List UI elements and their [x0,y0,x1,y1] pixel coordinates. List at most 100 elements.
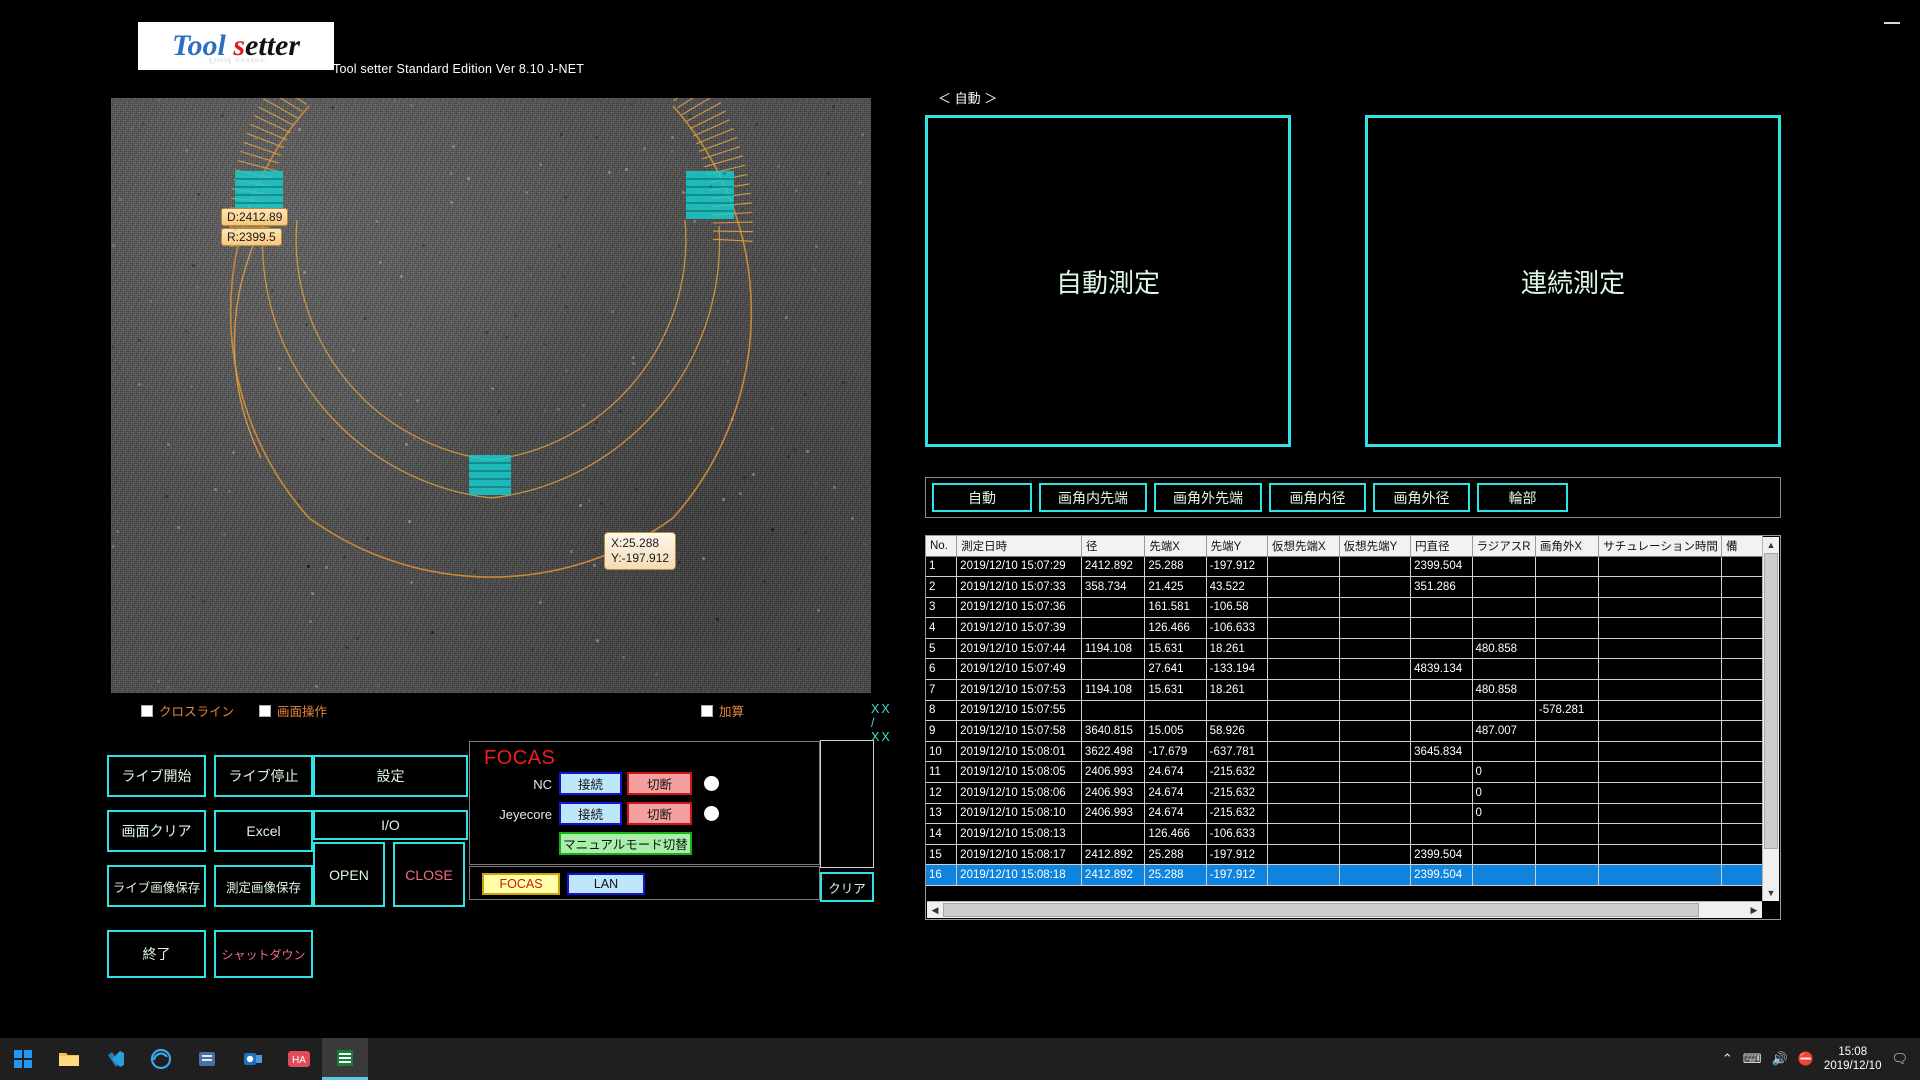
table-row[interactable]: 12 2019/12/10 15:08:06 2406.993 24.674 -215.… [926,782,1764,804]
screen-operation-checkbox[interactable]: 画面操作 [259,701,327,720]
scroll-up-icon[interactable]: ▲ [1763,537,1779,553]
jeyecore-connect-button[interactable]: 接続 [559,802,622,825]
file-explorer-icon[interactable] [46,1038,92,1080]
column-header-vtipy[interactable]: 仮想先端Y [1339,536,1412,557]
table-row[interactable]: 6 2019/12/10 15:07:49 27.641 -133.194 4839.1… [926,658,1764,681]
shutdown-button[interactable]: シャットダウン [214,930,313,978]
cell-radiusr [1472,844,1536,866]
measurement-overlay [228,98,754,578]
action-center-icon[interactable]: 🗨 [1891,1051,1908,1067]
auto-measure-button[interactable]: 自動測定 [925,115,1291,447]
live-stop-button[interactable]: ライブ停止 [214,755,313,797]
table-row[interactable]: 14 2019/12/10 15:08:13 126.466 -106.633 [926,823,1764,845]
column-header-tipx[interactable]: 先端X [1144,536,1207,557]
table-row[interactable]: 13 2019/12/10 15:08:10 2406.993 24.674 -215.… [926,803,1764,825]
focas-protocol-button[interactable]: FOCAS [482,873,560,895]
column-header-no[interactable]: No. [926,536,958,557]
save-measurement-image-button[interactable]: 測定画像保存 [214,865,313,907]
tab-2[interactable]: 画角外先端 [1154,483,1262,512]
toolsetter-icon[interactable] [322,1038,368,1080]
tab-0[interactable]: 自動 [932,483,1032,512]
cell-sattime [1598,741,1722,763]
chevron-up-icon[interactable]: ⌃ [1722,1051,1733,1067]
lan-protocol-button[interactable]: LAN [567,873,645,895]
vertical-scrollbar[interactable]: ▲ ▼ [1762,537,1779,901]
table-row[interactable]: 3 2019/12/10 15:07:36 161.581 -106.58 [926,597,1764,619]
table-row[interactable]: 15 2019/12/10 15:08:17 2412.892 25.288 -197.… [926,844,1764,866]
column-header-diameter[interactable]: 径 [1081,536,1146,557]
cell-sattime [1598,803,1722,825]
tab-4[interactable]: 画角外径 [1373,483,1470,512]
cell-sattime [1598,556,1722,578]
column-header-circdia[interactable]: 円直径 [1410,536,1473,557]
table-row[interactable]: 10 2019/12/10 15:08:01 3622.498 -17.679 -637… [926,741,1764,763]
nc-disconnect-button[interactable]: 切断 [627,772,692,795]
keyboard-icon[interactable]: ⌨ [1743,1051,1762,1067]
open-button[interactable]: OPEN [313,842,385,907]
table-row[interactable]: 9 2019/12/10 15:07:58 3640.815 15.005 58.926… [926,720,1764,742]
exit-button[interactable]: 終了 [107,930,206,978]
column-header-vtipx[interactable]: 仮想先端X [1267,536,1340,557]
edge-icon[interactable] [138,1038,184,1080]
screen-clear-button[interactable]: 画面クリア [107,810,206,852]
start-button[interactable] [0,1038,46,1080]
table-row[interactable]: 5 2019/12/10 15:07:44 1194.108 15.631 18.261… [926,638,1764,660]
table-row[interactable]: 16 2019/12/10 15:08:18 2412.892 25.288 -197.… [926,864,1764,886]
horizontal-scrollbar[interactable]: ◀ ▶ [927,901,1762,918]
cell-tipx: 161.581 [1144,597,1207,619]
cell-radiusr: 0 [1472,803,1536,825]
vscode-icon[interactable] [92,1038,138,1080]
live-start-button[interactable]: ライブ開始 [107,755,206,797]
horizontal-scroll-thumb[interactable] [943,903,1699,917]
table-row[interactable]: 8 2019/12/10 15:07:55 -578.281 [926,700,1764,722]
manual-mode-toggle-button[interactable]: マニュアルモード切替 [559,832,692,855]
cell-tipy: -106.58 [1206,597,1269,619]
table-row[interactable]: 7 2019/12/10 15:07:53 1194.108 15.631 18.261… [926,679,1764,701]
close-button[interactable]: CLOSE [393,842,465,907]
continuous-measure-button[interactable]: 連続測定 [1365,115,1781,447]
jeyecore-disconnect-button[interactable]: 切断 [627,802,692,825]
tab-3[interactable]: 画角内径 [1269,483,1366,512]
vertical-scroll-thumb[interactable] [1764,553,1778,849]
minimize-button[interactable] [1874,6,1910,32]
cell-vtipx [1267,576,1340,598]
outlook-icon[interactable] [230,1038,276,1080]
settings-icon[interactable] [184,1038,230,1080]
cell-tipy: 18.261 [1206,638,1269,660]
cell-outx [1535,761,1600,784]
table-row[interactable]: 2 2019/12/10 15:07:33 358.734 21.425 43.522 3… [926,576,1764,598]
scroll-right-icon[interactable]: ▶ [1746,902,1762,918]
scroll-left-icon[interactable]: ◀ [927,902,943,918]
measurement-results-table[interactable]: No. 測定日時径先端X 先端Y 仮想先端X 仮想先端Y 円直径 ラジアスR 画角外X サチュレ… [925,535,1781,920]
table-row[interactable]: 1 2019/12/10 15:07:29 2412.892 25.288 -197.9… [926,556,1764,578]
table-row[interactable]: 11 2019/12/10 15:08:05 2406.993 24.674 -215.… [926,761,1764,784]
io-button[interactable]: I/O [313,810,468,840]
clear-button[interactable]: クリア [820,872,874,902]
network-error-icon[interactable]: ⛔ [1798,1051,1814,1067]
column-header-tipy[interactable]: 先端Y [1206,536,1269,557]
tab-1[interactable]: 画角内先端 [1039,483,1147,512]
tab-5[interactable]: 輪部 [1477,483,1568,512]
cell-no: 4 [926,617,958,639]
add-checkbox[interactable]: 加算 [701,701,744,720]
live-image-view[interactable]: D:2412.89 R:2399.5 X:25.288 Y:-197.912 [111,98,871,693]
cell-diameter: 2406.993 [1081,803,1146,825]
tip-x-value: X:25.288 [611,536,660,550]
save-live-image-button[interactable]: ライブ画像保存 [107,865,206,907]
crossline-checkbox[interactable]: クロスライン [141,701,234,720]
cell-radiusr [1472,617,1536,639]
scroll-down-icon[interactable]: ▼ [1763,885,1779,901]
column-header-radiusr[interactable]: ラジアスR [1472,536,1536,557]
volume-icon[interactable]: 🔊 [1772,1051,1788,1067]
settings-button[interactable]: 設定 [313,755,468,797]
nc-connect-button[interactable]: 接続 [559,772,622,795]
table-row[interactable]: 4 2019/12/10 15:07:39 126.466 -106.633 [926,617,1764,639]
column-header-datetime[interactable]: 測定日時 [956,536,1082,557]
cell-tipx: 21.425 [1144,576,1207,598]
column-header-outx[interactable]: 画角外X [1535,536,1600,557]
column-header-note[interactable]: 備 [1721,536,1764,557]
ha-icon[interactable]: HA [276,1038,322,1080]
column-header-sattime[interactable]: サチュレーション時間 [1598,536,1722,557]
excel-button[interactable]: Excel [214,810,313,852]
clock[interactable]: 15:08 2019/12/10 [1824,1045,1882,1073]
